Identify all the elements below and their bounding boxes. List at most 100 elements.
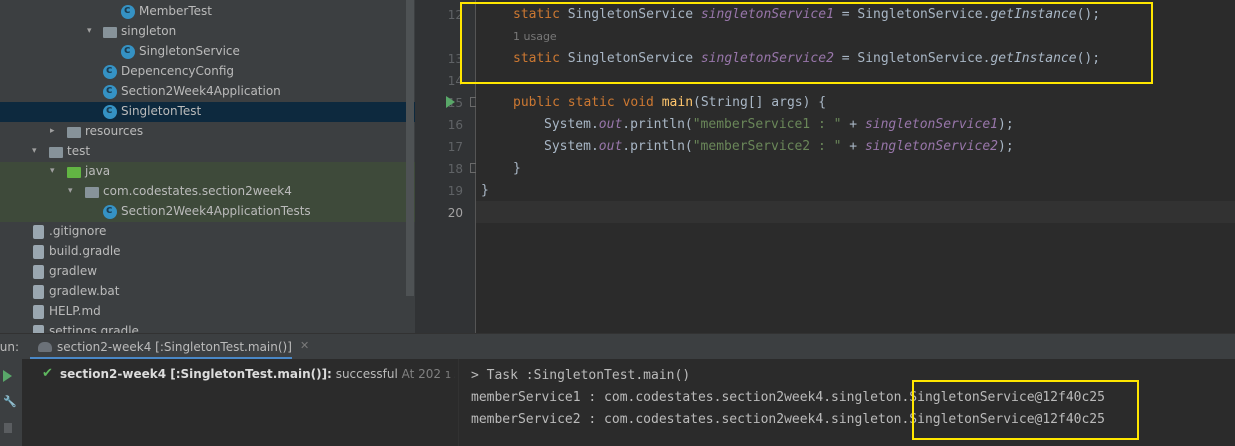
class-icon bbox=[103, 203, 117, 219]
tree-item[interactable]: ▾ com.codestates.section2week4 bbox=[0, 182, 415, 202]
tree-item[interactable]: ▾ test bbox=[0, 142, 415, 162]
string-literal: "memberService1 : " bbox=[692, 117, 842, 132]
terminal-file-icon bbox=[33, 265, 44, 279]
tree-item[interactable]: ▾ singleton bbox=[0, 22, 415, 42]
tree-item-label: Section2Week4ApplicationTests bbox=[121, 204, 311, 218]
tree-item-label: gradlew bbox=[49, 264, 98, 278]
line-number: 20 bbox=[447, 206, 463, 220]
tree-item[interactable]: settings.gradle bbox=[0, 322, 415, 333]
rerun-icon[interactable] bbox=[3, 370, 12, 382]
chevron-down-icon[interactable]: ▾ bbox=[32, 146, 42, 156]
tree-item[interactable]: .gitignore bbox=[0, 222, 415, 242]
tree-item[interactable]: gradlew bbox=[0, 262, 415, 282]
field-name: singletonService2 bbox=[864, 139, 998, 154]
tree-item[interactable]: build.gradle bbox=[0, 242, 415, 262]
wrench-icon[interactable]: 🔧 bbox=[3, 395, 17, 408]
tree-item[interactable]: Section2Week4Application bbox=[0, 82, 415, 102]
field-name: out bbox=[598, 139, 623, 154]
tree-item-selected[interactable]: SingletonTest bbox=[0, 102, 415, 122]
code-text: System. bbox=[544, 117, 599, 132]
tree-item-label: SingletonTest bbox=[121, 104, 202, 118]
line-number: 13 bbox=[447, 52, 463, 66]
code-line-15[interactable]: public static void main(String[] args) { bbox=[513, 95, 826, 110]
gradle-icon bbox=[38, 342, 52, 352]
line-number: 14 bbox=[447, 74, 463, 88]
code-line-17[interactable]: System.out.println("memberService2 : " +… bbox=[544, 139, 1014, 154]
tree-item-label: DepencencyConfig bbox=[121, 64, 235, 78]
close-icon[interactable]: ✕ bbox=[300, 339, 309, 352]
package-icon bbox=[103, 27, 117, 38]
tree-item[interactable]: gradlew.bat bbox=[0, 282, 415, 302]
chevron-right-icon[interactable]: ▸ bbox=[50, 126, 60, 136]
run-tab-label: section2-week4 [:SingletonTest.main()] bbox=[57, 340, 292, 354]
tree-item-label: java bbox=[85, 164, 111, 178]
code-text: + bbox=[841, 117, 865, 132]
class-icon bbox=[121, 3, 135, 19]
run-side-toolbar: 🔧 bbox=[0, 359, 22, 446]
tree-item[interactable]: ▸ resources bbox=[0, 122, 415, 142]
chevron-down-icon[interactable]: ▾ bbox=[68, 186, 78, 196]
class-icon bbox=[103, 63, 117, 79]
tree-item[interactable]: DepencencyConfig bbox=[0, 62, 415, 82]
string-literal: "memberService2 : " bbox=[692, 139, 842, 154]
run-main-icon[interactable] bbox=[446, 96, 455, 108]
tree-item[interactable]: SingletonService bbox=[0, 42, 415, 62]
markdown-icon bbox=[33, 305, 44, 319]
line-number: 19 bbox=[447, 184, 463, 198]
tree-item-label: singleton bbox=[121, 24, 177, 38]
class-icon bbox=[103, 83, 117, 99]
stop-icon[interactable] bbox=[4, 423, 12, 433]
run-result-status: successful bbox=[335, 367, 398, 381]
chevron-down-icon[interactable]: ▾ bbox=[50, 166, 60, 176]
code-text: ); bbox=[998, 139, 1014, 154]
tree-item-label: build.gradle bbox=[49, 244, 121, 258]
chevron-down-icon[interactable]: ▾ bbox=[87, 26, 97, 36]
console-line: > Task :SingletonTest.main() bbox=[471, 368, 691, 383]
tree-item[interactable]: Section2Week4ApplicationTests bbox=[0, 202, 415, 222]
package-icon bbox=[85, 187, 99, 198]
tree-item-label: test bbox=[67, 144, 91, 158]
highlight-box-output bbox=[912, 380, 1139, 440]
current-line-highlight bbox=[476, 201, 1235, 223]
run-result-time: At 202 bbox=[401, 367, 442, 381]
folder-icon bbox=[67, 127, 81, 138]
code-line-19[interactable]: } bbox=[481, 183, 489, 198]
folder-icon bbox=[67, 167, 81, 178]
run-result-duration: 1 sec, 223 ms bbox=[444, 370, 455, 381]
code-text: + bbox=[841, 139, 865, 154]
tree-item-label: HELP.md bbox=[49, 304, 101, 318]
tree-item-label: com.codestates.section2week4 bbox=[103, 184, 292, 198]
code-text: System. bbox=[544, 139, 599, 154]
run-tab[interactable]: section2-week4 [:SingletonTest.main()] ✕ bbox=[30, 334, 309, 360]
tree-item-label: SingletonService bbox=[139, 44, 240, 58]
tree-scrollbar[interactable] bbox=[406, 0, 414, 296]
run-result-item[interactable]: section2-week4 [:SingletonTest.main()]: … bbox=[60, 367, 455, 381]
code-text: .println( bbox=[622, 117, 693, 132]
file-icon bbox=[33, 225, 44, 239]
file-icon bbox=[33, 285, 44, 299]
tree-item[interactable]: ▾ java bbox=[0, 162, 415, 182]
line-number: 12 bbox=[447, 8, 463, 22]
class-icon bbox=[103, 103, 117, 119]
folder-icon bbox=[49, 147, 63, 158]
code-text: ); bbox=[998, 117, 1014, 132]
tree-item-label: Section2Week4Application bbox=[121, 84, 281, 98]
code-text: .println( bbox=[622, 139, 693, 154]
code-text: (String[] args) { bbox=[693, 95, 827, 110]
tree-item[interactable]: MemberTest bbox=[0, 2, 415, 22]
run-result-name: section2-week4 [:SingletonTest.main()]: bbox=[60, 367, 332, 381]
class-icon bbox=[121, 43, 135, 59]
gradle-icon bbox=[33, 245, 44, 259]
highlight-box-fields bbox=[460, 2, 1153, 84]
project-tree: MemberTest ▾ singleton SingletonService … bbox=[0, 0, 415, 333]
check-icon: ✔ bbox=[42, 366, 53, 381]
method-name: main bbox=[661, 95, 694, 110]
run-results-tree: ✔ section2-week4 [:SingletonTest.main()]… bbox=[22, 359, 459, 446]
tree-item[interactable]: HELP.md bbox=[0, 302, 415, 322]
code-line-18[interactable]: } bbox=[513, 161, 521, 176]
line-number: 18 bbox=[447, 162, 463, 176]
tree-item-label: gradlew.bat bbox=[49, 284, 120, 298]
code-line-16[interactable]: System.out.println("memberService1 : " +… bbox=[544, 117, 1014, 132]
tree-item-label: .gitignore bbox=[49, 224, 107, 238]
tree-item-label: MemberTest bbox=[139, 4, 212, 18]
